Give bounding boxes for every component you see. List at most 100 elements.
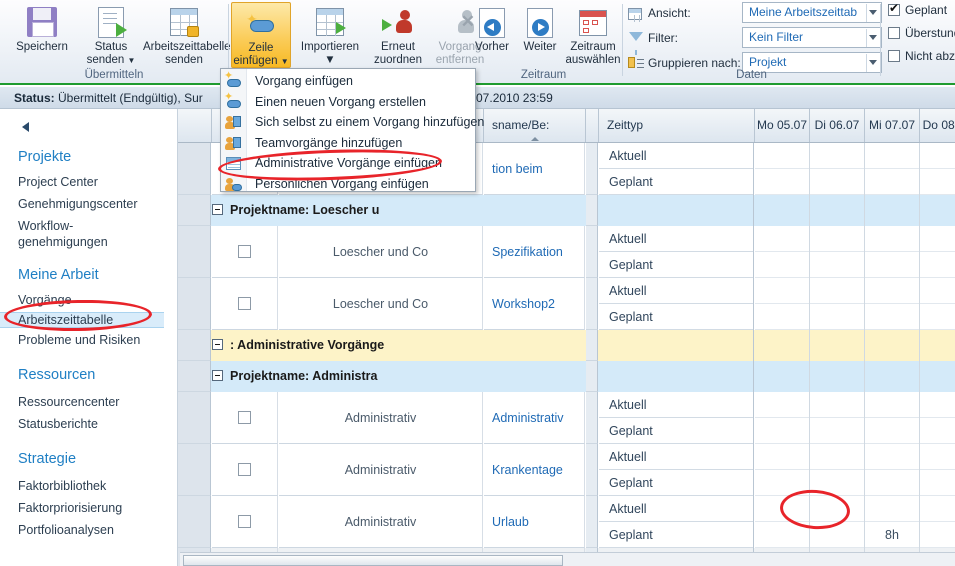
planned-hours-cell[interactable] — [865, 418, 919, 444]
date-cell[interactable] — [920, 496, 955, 548]
checkbox-nonbillable-box[interactable] — [888, 50, 900, 62]
planned-hours-cell[interactable] — [920, 252, 955, 278]
collapse-group-icon[interactable] — [212, 370, 223, 381]
row-checkbox[interactable] — [238, 514, 251, 528]
planned-hours-cell[interactable] — [920, 470, 955, 496]
row-selector[interactable] — [178, 195, 211, 226]
row-selector[interactable] — [178, 361, 211, 392]
planned-hours-cell[interactable] — [755, 418, 809, 444]
planned-hours-cell[interactable] — [755, 304, 809, 330]
date-cell[interactable] — [865, 143, 920, 195]
actual-hours-cell[interactable] — [865, 143, 919, 169]
row-selector[interactable] — [178, 143, 211, 195]
row-selector[interactable] — [178, 330, 211, 361]
actual-hours-cell[interactable] — [920, 496, 955, 522]
date-cell[interactable] — [755, 226, 810, 278]
actual-hours-cell[interactable] — [920, 143, 955, 169]
group-header-label[interactable]: : Administrative Vorgänge — [212, 330, 586, 361]
planned-hours-cell[interactable] — [865, 470, 919, 496]
row-checkbox[interactable] — [238, 244, 251, 258]
planned-hours-cell[interactable] — [755, 252, 809, 278]
collapse-group-icon[interactable] — [212, 339, 223, 350]
task-name-cell[interactable]: Spezifikation — [484, 226, 585, 278]
actual-hours-cell[interactable] — [920, 444, 955, 470]
actual-hours-cell[interactable] — [810, 444, 864, 470]
checkbox-overtime-box[interactable] — [888, 27, 900, 39]
sidebar-item-issues-risks[interactable]: Probleme und Risiken — [18, 333, 140, 347]
checkbox-overtime[interactable]: Überstund — [888, 26, 955, 41]
planned-hours-cell[interactable] — [810, 169, 864, 195]
import-button[interactable]: Importieren ▼ — [293, 2, 367, 66]
sidebar-item-workflow-approvals-line1[interactable]: Workflow- — [18, 219, 73, 233]
actual-hours-cell[interactable] — [755, 143, 809, 169]
task-name-cell[interactable]: Administrativ — [484, 392, 585, 444]
header-task-name[interactable]: sname/Be: — [484, 109, 586, 142]
date-cell[interactable] — [920, 444, 955, 496]
row-checkbox-cell[interactable] — [212, 226, 278, 278]
row-checkbox-cell[interactable] — [212, 392, 278, 444]
date-cell[interactable] — [755, 143, 810, 195]
task-name-link[interactable]: Administrativ — [492, 411, 564, 425]
row-checkbox[interactable] — [238, 296, 251, 310]
actual-hours-cell[interactable] — [810, 392, 864, 418]
date-cell[interactable] — [755, 392, 810, 444]
planned-hours-cell[interactable] — [920, 418, 955, 444]
actual-hours-cell[interactable] — [865, 444, 919, 470]
date-cell[interactable] — [920, 143, 955, 195]
menu-item-insert-task[interactable]: ✦ Vorgang einfügen — [221, 71, 475, 92]
date-cell[interactable]: 8h — [865, 496, 920, 548]
insert-row-button[interactable]: ✦ Zeile einfügen ▼ — [231, 2, 291, 68]
planned-hours-cell[interactable]: 8h — [865, 522, 919, 548]
planned-hours-cell[interactable] — [865, 304, 919, 330]
sidebar-item-project-center[interactable]: Project Center — [18, 175, 98, 189]
task-name-cell[interactable]: Krankentage — [484, 444, 585, 496]
planned-hours-cell[interactable] — [810, 304, 864, 330]
planned-hours-cell[interactable] — [755, 169, 809, 195]
collapse-sidebar-icon[interactable] — [18, 119, 34, 135]
planned-hours-cell[interactable] — [810, 252, 864, 278]
row-checkbox[interactable] — [238, 462, 251, 476]
planned-hours-cell[interactable] — [920, 169, 955, 195]
date-cell[interactable] — [865, 278, 920, 330]
date-cell[interactable] — [810, 226, 865, 278]
save-button[interactable]: Speichern — [6, 2, 78, 54]
actual-hours-cell[interactable] — [920, 226, 955, 252]
date-cell[interactable] — [920, 392, 955, 444]
filter-select[interactable]: Kein Filter — [742, 27, 882, 48]
row-checkbox-cell[interactable] — [212, 278, 278, 330]
date-cell[interactable] — [810, 278, 865, 330]
checkbox-planned[interactable]: Geplant — [888, 1, 947, 18]
sidebar-item-driver-library[interactable]: Faktorbibliothek — [18, 479, 106, 493]
row-selector[interactable] — [178, 278, 211, 330]
actual-hours-cell[interactable] — [920, 278, 955, 304]
date-cell[interactable] — [755, 278, 810, 330]
actual-hours-cell[interactable] — [865, 392, 919, 418]
actual-hours-cell[interactable] — [865, 278, 919, 304]
task-name-link[interactable]: Workshop2 — [492, 297, 555, 311]
planned-hours-cell[interactable] — [920, 522, 955, 548]
row-selector[interactable] — [178, 392, 211, 444]
planned-hours-cell[interactable] — [865, 169, 919, 195]
group-header-label[interactable]: Projektname: Loescher u — [212, 195, 586, 226]
row-checkbox-cell[interactable] — [212, 496, 278, 548]
actual-hours-cell[interactable] — [755, 392, 809, 418]
row-selector[interactable] — [178, 226, 211, 278]
actual-hours-cell[interactable] — [865, 226, 919, 252]
sidebar-item-approval-center[interactable]: Genehmigungscenter — [18, 197, 138, 211]
task-name-link[interactable]: Krankentage — [492, 463, 563, 477]
date-cell[interactable] — [920, 226, 955, 278]
collapse-group-icon[interactable] — [212, 204, 223, 215]
planned-hours-cell[interactable] — [810, 418, 864, 444]
send-timesheet-button[interactable]: Arbeitszeittabelle senden — [143, 2, 231, 66]
task-name-cell[interactable]: tion beim — [484, 143, 585, 195]
date-cell[interactable] — [810, 143, 865, 195]
actual-hours-cell[interactable] — [755, 444, 809, 470]
planned-hours-cell[interactable] — [865, 252, 919, 278]
task-name-link[interactable]: tion beim — [492, 162, 543, 176]
planned-hours-cell[interactable] — [920, 304, 955, 330]
date-cell[interactable] — [810, 392, 865, 444]
view-select[interactable]: Meine Arbeitszeittab — [742, 2, 882, 23]
date-cell[interactable] — [755, 444, 810, 496]
menu-item-create-new-task[interactable]: ✦ Einen neuen Vorgang erstellen — [221, 91, 475, 113]
sidebar-item-workflow-approvals-line2[interactable]: genehmigungen — [18, 235, 108, 249]
